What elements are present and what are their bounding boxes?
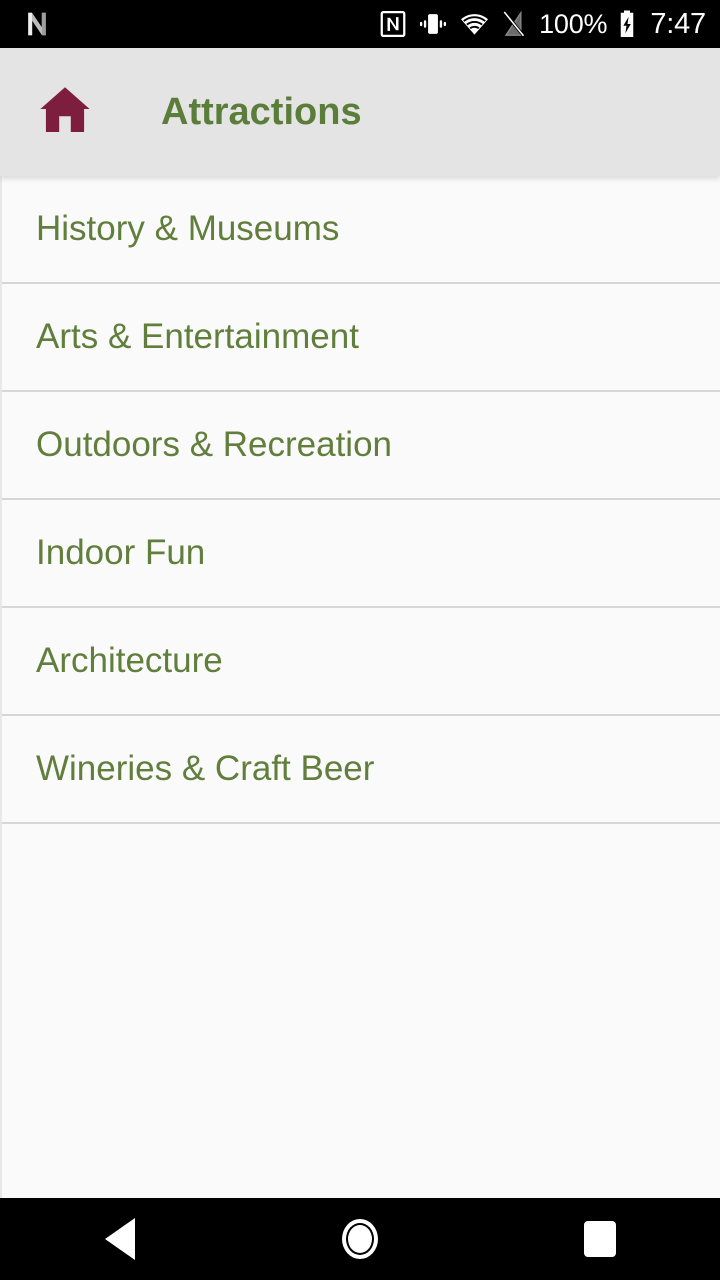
- app-bar: Attractions: [0, 48, 720, 176]
- wifi-icon: [458, 9, 491, 39]
- list-item[interactable]: Indoor Fun: [2, 500, 720, 608]
- square-recents-icon: [584, 1221, 616, 1257]
- category-label: History & Museums: [36, 209, 340, 248]
- page-title: Attractions: [161, 90, 362, 133]
- list-item[interactable]: History & Museums: [2, 176, 720, 284]
- phone-screen: 100% 7:47 Attractions History & Museums: [0, 0, 720, 1280]
- nav-home-button[interactable]: [240, 1198, 480, 1280]
- navigation-bar: [0, 1198, 720, 1280]
- list-item[interactable]: Wineries & Craft Beer: [2, 716, 720, 824]
- status-bar-notifications: [22, 9, 52, 39]
- vibrate-icon: [417, 9, 449, 39]
- category-label: Architecture: [36, 641, 223, 680]
- no-sim-signal-icon: [500, 9, 528, 39]
- battery-charging-icon: [616, 9, 638, 39]
- list-item[interactable]: Architecture: [2, 608, 720, 716]
- status-bar: 100% 7:47: [0, 0, 720, 48]
- nav-back-button[interactable]: [0, 1198, 240, 1280]
- category-label: Outdoors & Recreation: [36, 425, 393, 464]
- category-list[interactable]: History & Museums Arts & Entertainment O…: [0, 176, 720, 1198]
- nfc-icon: [378, 9, 408, 39]
- battery-percentage-label: 100%: [539, 8, 608, 39]
- list-item[interactable]: Arts & Entertainment: [2, 284, 720, 392]
- list-empty-area: [2, 824, 720, 1198]
- status-bar-system-icons: 100% 7:47: [378, 8, 706, 41]
- category-label: Indoor Fun: [36, 533, 206, 572]
- category-label: Wineries & Craft Beer: [36, 749, 375, 788]
- status-bar-clock: 7:47: [650, 7, 706, 40]
- category-label: Arts & Entertainment: [36, 317, 359, 356]
- list-item[interactable]: Outdoors & Recreation: [2, 392, 720, 500]
- triangle-back-icon: [105, 1218, 135, 1260]
- home-icon: [36, 81, 94, 144]
- circle-home-icon: [342, 1219, 378, 1259]
- android-n-logo-icon: [22, 9, 52, 39]
- home-button[interactable]: [34, 81, 96, 143]
- nav-recents-button[interactable]: [480, 1198, 720, 1280]
